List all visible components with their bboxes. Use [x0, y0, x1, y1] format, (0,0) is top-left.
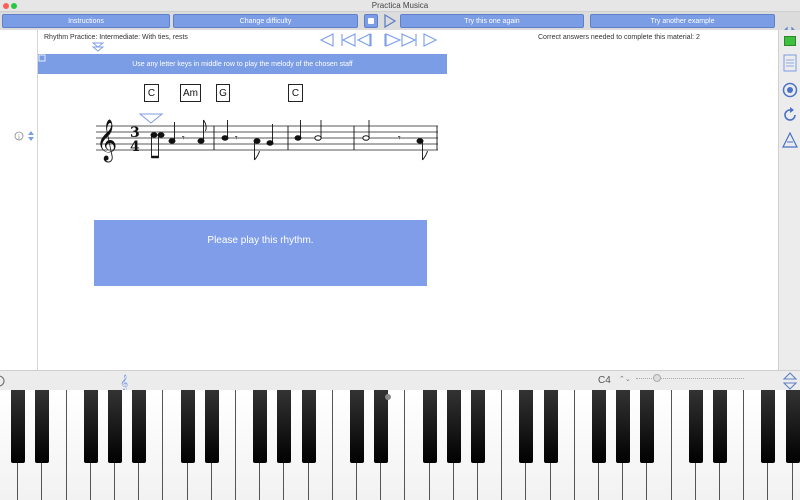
piano-black-key[interactable]: [132, 390, 147, 463]
piano-black-key[interactable]: [446, 390, 461, 463]
piano-black-key[interactable]: [253, 390, 268, 463]
svg-text:𝄞: 𝄞: [120, 375, 128, 390]
fast-forward-end-icon[interactable]: [384, 33, 417, 47]
corner-icon: [38, 54, 46, 62]
try-another-button[interactable]: Try another example: [590, 14, 775, 28]
piano-black-key[interactable]: [519, 390, 534, 463]
score-area: [38, 30, 778, 370]
volume-slider-knob[interactable]: [653, 374, 661, 382]
play-icon[interactable]: [383, 14, 397, 28]
requirement-label: Correct answers needed to complete this …: [538, 34, 700, 41]
hint-bar: Use any letter keys in middle row to pla…: [38, 54, 447, 74]
tempo-marker-icon[interactable]: [92, 42, 104, 52]
prompt-text: Please play this rhythm.: [207, 235, 314, 246]
piano-black-key[interactable]: [277, 390, 292, 463]
piano-black-key[interactable]: [543, 390, 558, 463]
piano-black-key[interactable]: [688, 390, 703, 463]
instructions-button[interactable]: Instructions: [2, 14, 170, 28]
move-down-icon: [28, 137, 34, 141]
piano-black-key[interactable]: [11, 390, 26, 463]
music-staff[interactable]: 𝄞 3 4 𝄾 𝄾 𝄾: [92, 108, 444, 168]
piano-black-key[interactable]: [301, 390, 316, 463]
piano-black-key[interactable]: [640, 390, 655, 463]
piano-black-key[interactable]: [592, 390, 606, 463]
piano-black-key[interactable]: [180, 390, 195, 463]
svg-text:i: i: [18, 133, 20, 141]
change-difficulty-button[interactable]: Change difficulty: [173, 14, 358, 28]
time-signature-bottom: 4: [130, 139, 140, 155]
triangle-icon[interactable]: [782, 132, 798, 148]
bottom-strip: 𝄞 C4 ⌃⌄: [0, 370, 800, 390]
rewind-to-start-icon[interactable]: [341, 33, 372, 47]
measure-3: [294, 120, 355, 150]
stop-button[interactable]: [364, 14, 378, 28]
resize-vertical-icon[interactable]: [781, 372, 799, 390]
staff-controls: i: [14, 131, 34, 141]
middle-c-marker: [385, 394, 391, 400]
chord-symbol[interactable]: C: [144, 84, 159, 102]
piano-black-key[interactable]: [616, 390, 631, 463]
move-up-icon: [28, 131, 34, 135]
svg-text:𝄾: 𝄾: [182, 133, 185, 144]
forward-icon[interactable]: [423, 33, 438, 47]
refresh-icon[interactable]: [782, 82, 798, 98]
redo-icon[interactable]: [782, 107, 798, 123]
treble-clef-icon: 𝄞: [96, 119, 117, 162]
left-control-icon[interactable]: [0, 374, 6, 388]
left-gutter: i: [0, 30, 38, 370]
piano-black-key[interactable]: [422, 390, 437, 463]
status-green-icon: [784, 36, 796, 46]
try-again-button[interactable]: Try this one again: [400, 14, 584, 28]
note-stepper[interactable]: ⌃⌄: [619, 375, 631, 383]
chord-symbol[interactable]: G: [216, 84, 230, 102]
note-label: C4: [598, 375, 611, 386]
title-bar: Practica Musica: [0, 0, 800, 12]
cursor-icon: [138, 113, 164, 124]
piano-black-key[interactable]: [713, 390, 727, 463]
piano-black-key[interactable]: [471, 390, 485, 463]
chord-symbol[interactable]: C: [288, 84, 303, 102]
prompt-box: Please play this rhythm.: [94, 220, 427, 286]
treble-clef-small-icon[interactable]: 𝄞: [120, 372, 130, 390]
window-title: Practica Musica: [371, 1, 429, 10]
piano-black-key[interactable]: [204, 390, 219, 463]
piano-black-key[interactable]: [761, 390, 776, 463]
navigation-controls: [320, 33, 438, 47]
piano-black-key[interactable]: [108, 390, 122, 463]
toolbar: Instructions Change difficulty Try this …: [0, 12, 800, 42]
piano-keyboard[interactable]: [0, 390, 800, 500]
piano-black-key[interactable]: [35, 390, 50, 463]
svg-text:𝄾: 𝄾: [398, 133, 401, 144]
svg-text:𝄾: 𝄾: [235, 133, 238, 144]
back-icon[interactable]: [320, 33, 334, 47]
info-bar: Rhythm Practice: Intermediate: With ties…: [38, 30, 778, 50]
right-sidebar: [778, 30, 800, 370]
list-icon[interactable]: [783, 54, 797, 72]
piano-black-key[interactable]: [785, 390, 800, 463]
piano-black-key[interactable]: [350, 390, 364, 463]
piano-black-key[interactable]: [374, 390, 389, 463]
piano-black-key[interactable]: [83, 390, 98, 463]
chord-symbol[interactable]: Am: [180, 84, 201, 102]
activity-label: Rhythm Practice: Intermediate: With ties…: [44, 34, 188, 41]
